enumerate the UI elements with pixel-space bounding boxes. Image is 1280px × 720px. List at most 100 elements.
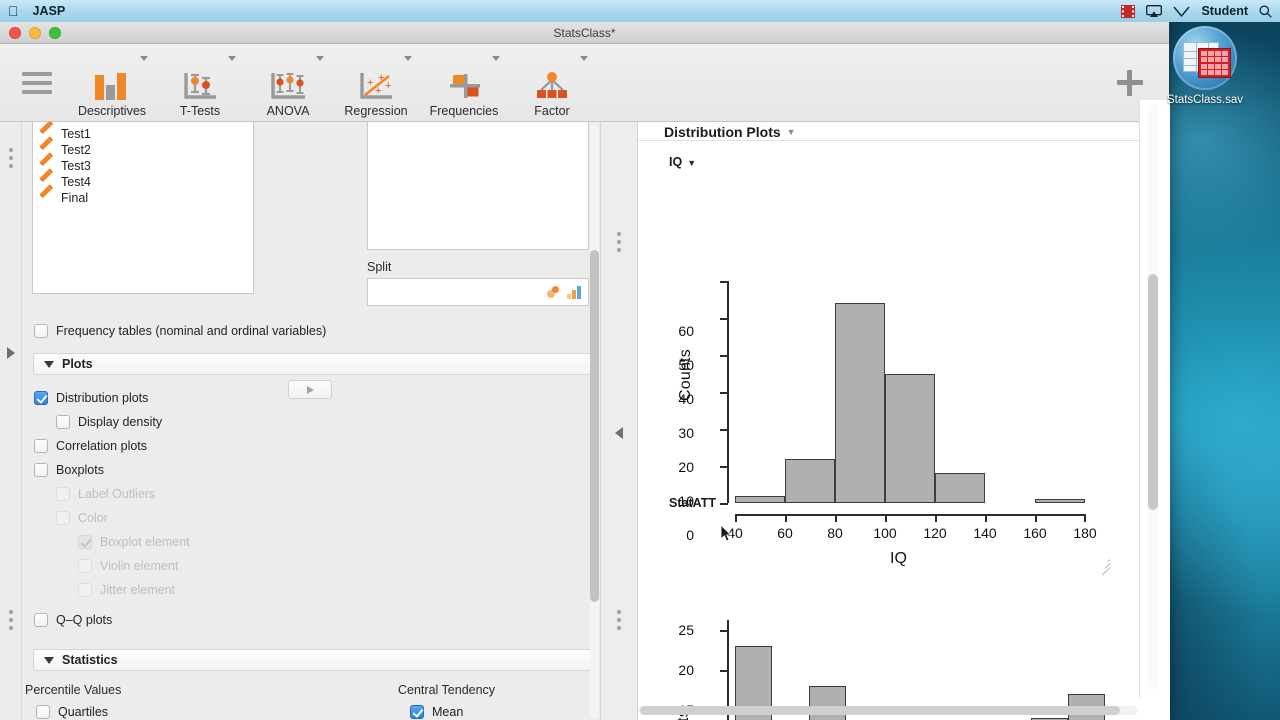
- search-icon[interactable]: [1259, 4, 1272, 18]
- options-scroll-thumb[interactable]: [590, 250, 599, 602]
- option-display-density[interactable]: Display density: [56, 415, 162, 429]
- ribbon-item-anova[interactable]: ANOVA: [244, 48, 332, 118]
- wifi-icon[interactable]: [1173, 5, 1191, 17]
- mouse-cursor: [720, 523, 733, 543]
- bar[interactable]: [935, 473, 985, 503]
- main-ribbon-toolbar: Descriptives T-Tests ANOVA + + + + Regre…: [0, 44, 1169, 122]
- grip-dots-bottom[interactable]: [617, 610, 621, 630]
- split-drop-target[interactable]: [367, 278, 589, 306]
- bar[interactable]: [735, 495, 785, 503]
- checkbox[interactable]: [34, 439, 48, 453]
- available-variables-list[interactable]: Test1 Test2 Test3 Test4 Final: [32, 122, 254, 294]
- grip-dots-top[interactable]: [8, 148, 13, 168]
- ribbon-item-ttests[interactable]: T-Tests: [156, 48, 244, 118]
- option-label-outliers: Label Outliers: [56, 487, 155, 501]
- checkbox[interactable]: [34, 613, 48, 627]
- ribbon-label: Descriptives: [77, 103, 147, 118]
- chevron-down-icon[interactable]: [228, 55, 236, 61]
- results-scroll-thumb[interactable]: [1148, 274, 1158, 510]
- close-button[interactable]: [9, 26, 21, 39]
- chevron-down-icon[interactable]: [316, 55, 324, 61]
- results-horizontal-scrollbar[interactable]: [638, 706, 1138, 715]
- file-icon-label: StatsClass.sav: [1166, 94, 1244, 106]
- chevron-down-icon[interactable]: [140, 55, 148, 61]
- chevron-down-icon[interactable]: ▼: [787, 127, 796, 137]
- desktop-file-icon[interactable]: StatsClass.sav: [1144, 26, 1266, 106]
- list-item[interactable]: Test4: [33, 174, 253, 190]
- window-controls[interactable]: [0, 26, 61, 39]
- macos-menu-bar:  JASP Student: [0, 0, 1280, 22]
- menubar-app-name[interactable]: JASP: [33, 4, 66, 18]
- results-hscroll-thumb[interactable]: [640, 706, 1120, 715]
- ribbon-item-frequencies[interactable]: Frequencies: [420, 48, 508, 118]
- left-panel-grip-rail[interactable]: [0, 122, 22, 720]
- grip-dots-top[interactable]: [617, 232, 621, 252]
- panel-divider[interactable]: [600, 122, 638, 720]
- ribbon-item-factor[interactable]: Factor: [508, 48, 596, 118]
- chart-header-statatt[interactable]: StatATT: [669, 496, 716, 510]
- y-tickmark: [720, 429, 728, 431]
- expand-data-panel-icon[interactable]: [7, 347, 15, 359]
- option-correlation-plots[interactable]: Correlation plots: [34, 439, 147, 453]
- option-label: Q–Q plots: [56, 613, 113, 627]
- ribbon-item-regression[interactable]: + + + + Regression: [332, 48, 420, 118]
- menubar-user-name[interactable]: Student: [1201, 4, 1248, 18]
- option-quartiles[interactable]: Quartiles: [36, 705, 108, 719]
- zoom-button[interactable]: [49, 26, 61, 39]
- option-boxplots[interactable]: Boxplots: [34, 463, 104, 477]
- y-tick-label: 40: [678, 391, 694, 407]
- screen-recording-icon[interactable]: [1121, 4, 1136, 18]
- window-titlebar: StatsClass*: [0, 22, 1169, 44]
- airplay-icon[interactable]: [1146, 4, 1163, 18]
- section-header-statistics[interactable]: Statistics: [33, 649, 591, 671]
- chevron-down-icon[interactable]: [492, 55, 500, 61]
- checkbox[interactable]: [410, 705, 424, 719]
- variable-label: Test2: [61, 143, 91, 157]
- checkbox[interactable]: [36, 705, 50, 719]
- option-qq-plots[interactable]: Q–Q plots: [34, 613, 112, 627]
- minimize-button[interactable]: [29, 26, 41, 39]
- list-item[interactable]: Final: [33, 190, 253, 206]
- options-vertical-scrollbar[interactable]: [590, 124, 599, 718]
- chevron-down-icon[interactable]: ▼: [687, 158, 696, 168]
- list-item[interactable]: Test3: [33, 158, 253, 174]
- add-analysis-button[interactable]: [1117, 69, 1143, 96]
- results-vertical-scrollbar[interactable]: [1148, 104, 1158, 690]
- grip-dots-bottom[interactable]: [8, 610, 13, 630]
- apple-logo-icon[interactable]: : [8, 4, 19, 18]
- statatt-histogram[interactable]: Counts 25 20 15 10 5: [638, 512, 1138, 720]
- chevron-down-icon[interactable]: [580, 55, 588, 61]
- frequencies-icon: [444, 64, 484, 102]
- assigned-variables-box[interactable]: [367, 122, 589, 250]
- list-item[interactable]: Test2: [33, 142, 253, 158]
- iq-histogram[interactable]: Counts 60 50 40 30 20 10 0 40 60 80 100 …: [638, 172, 1138, 576]
- bar[interactable]: [1035, 499, 1085, 503]
- assign-variable-button[interactable]: [288, 380, 332, 399]
- option-mean[interactable]: Mean: [410, 705, 463, 719]
- checkbox[interactable]: [34, 463, 48, 477]
- collapse-options-panel-icon[interactable]: [615, 427, 623, 439]
- data-grid-glyph: [1198, 48, 1231, 78]
- chart-header-iq[interactable]: IQ ▼: [669, 155, 696, 169]
- option-distribution-plots[interactable]: Distribution plots: [34, 391, 148, 405]
- checkbox[interactable]: [56, 415, 70, 429]
- checkbox[interactable]: [34, 324, 48, 338]
- chevron-down-icon[interactable]: [404, 55, 412, 61]
- option-jitter-element: Jitter element: [78, 583, 175, 597]
- checkbox[interactable]: [34, 391, 48, 405]
- y-tickmark: [720, 281, 728, 283]
- ribbon-item-descriptives[interactable]: Descriptives: [68, 48, 156, 118]
- hamburger-menu-icon[interactable]: [14, 71, 60, 94]
- bar[interactable]: [785, 458, 835, 503]
- percentile-values-header: Percentile Values: [25, 683, 122, 697]
- results-title[interactable]: Distribution Plots ▼: [664, 124, 796, 140]
- y-tickmark: [720, 355, 728, 357]
- anova-icon: [268, 64, 308, 102]
- bar[interactable]: [885, 373, 935, 503]
- bar[interactable]: [835, 303, 885, 503]
- option-frequency-tables[interactable]: Frequency tables (nominal and ordinal va…: [34, 324, 326, 338]
- list-item[interactable]: Test1: [33, 126, 253, 142]
- option-label: Display density: [78, 415, 163, 429]
- section-header-plots[interactable]: Plots: [33, 353, 591, 375]
- y-tick-label: 20: [678, 459, 694, 475]
